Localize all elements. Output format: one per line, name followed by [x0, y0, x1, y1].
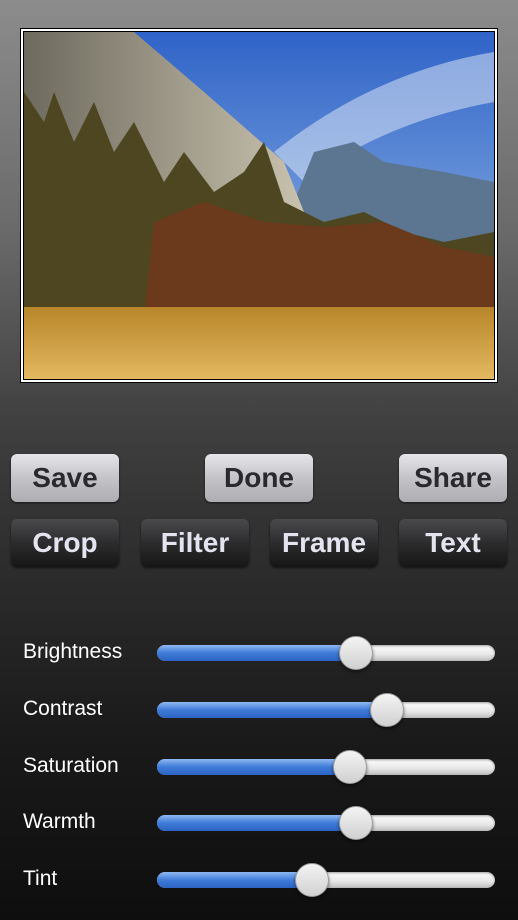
filter-button[interactable]: Filter: [141, 519, 249, 567]
slider-row-saturation: Saturation: [0, 746, 518, 786]
photo-preview: [20, 28, 498, 383]
slider-fill: [157, 702, 387, 718]
slider-fill: [157, 815, 357, 831]
slider-label: Brightness: [23, 640, 123, 663]
slider-row-warmth: Warmth: [0, 802, 518, 842]
text-button[interactable]: Text: [399, 519, 507, 567]
slider-thumb[interactable]: [295, 863, 330, 897]
slider-fill: [157, 759, 350, 775]
slider-label: Warmth: [23, 810, 96, 833]
slider-fill: [157, 645, 357, 661]
slider-row-brightness: Brightness: [0, 632, 518, 672]
slider-label: Saturation: [23, 754, 119, 777]
slider-thumb[interactable]: [339, 806, 374, 840]
slider-label: Contrast: [23, 697, 103, 720]
slider-row-contrast: Contrast: [0, 689, 518, 729]
save-button[interactable]: Save: [11, 454, 119, 502]
slider-label: Tint: [23, 867, 58, 890]
crop-button[interactable]: Crop: [11, 519, 119, 567]
contrast-slider[interactable]: [157, 693, 495, 727]
frame-button[interactable]: Frame: [270, 519, 378, 567]
slider-row-tint: Tint: [0, 859, 518, 899]
slider-fill: [157, 872, 313, 888]
tint-slider[interactable]: [157, 863, 495, 897]
share-button[interactable]: Share: [399, 454, 507, 502]
landscape-photo: [24, 32, 494, 379]
done-button[interactable]: Done: [205, 454, 313, 502]
slider-thumb[interactable]: [332, 750, 367, 784]
warmth-slider[interactable]: [157, 806, 495, 840]
slider-thumb[interactable]: [339, 636, 374, 670]
slider-thumb[interactable]: [369, 693, 404, 727]
brightness-slider[interactable]: [157, 636, 495, 670]
saturation-slider[interactable]: [157, 750, 495, 784]
